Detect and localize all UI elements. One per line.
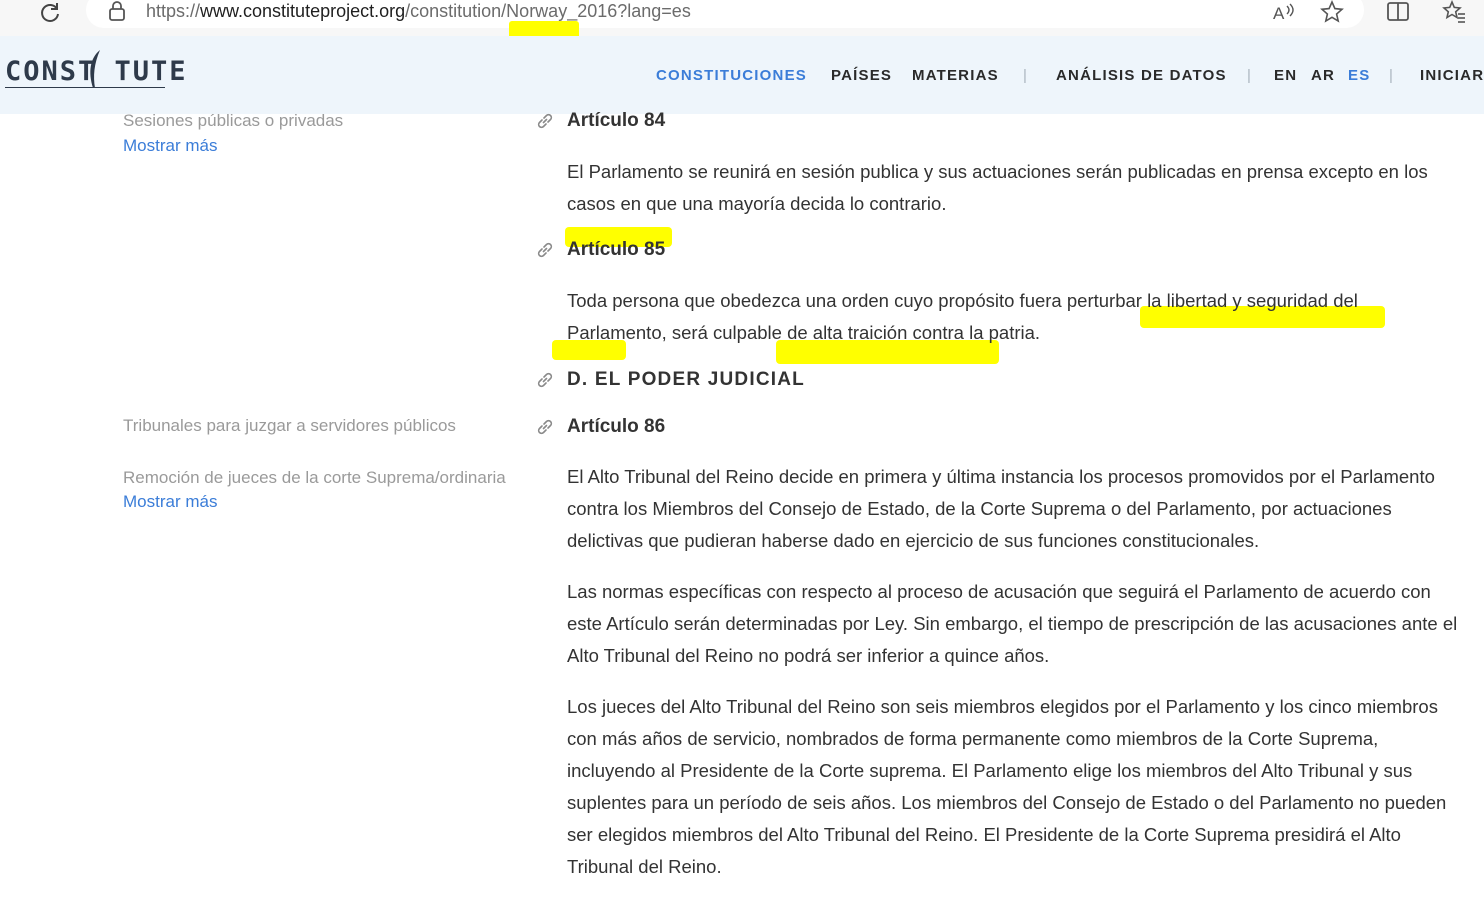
lock-icon[interactable] — [108, 1, 126, 21]
section-title: D. EL PODER JUDICIAL — [567, 369, 805, 390]
lang-es[interactable]: ES — [1348, 67, 1370, 85]
nav-separator: | — [1389, 67, 1393, 84]
lang-en[interactable]: EN — [1274, 67, 1297, 85]
nav-analisis-de-datos[interactable]: ANÁLISIS DE DATOS — [1056, 67, 1227, 85]
article-86-paragraph: Los jueces del Alto Tribunal del Reino s… — [567, 696, 1447, 877]
article-86-paragraph: Las normas específicas con respecto al p… — [567, 581, 1458, 666]
site-header: CONST TUTE CONSTITUCIONES PAÍSES MATERIA… — [0, 36, 1484, 114]
topic-label: Sesiones públicas o privadas — [123, 111, 344, 130]
split-screen-icon[interactable] — [1386, 0, 1410, 24]
article-84-title: Artículo 84 — [567, 110, 666, 131]
link-icon[interactable] — [536, 112, 554, 130]
favorites-icon[interactable] — [1442, 0, 1466, 24]
link-icon[interactable] — [536, 418, 554, 436]
nav-materias[interactable]: MATERIAS — [912, 67, 999, 85]
url-text[interactable]: https://www.constituteproject.org/consti… — [146, 0, 691, 22]
nav-paises[interactable]: PAÍSES — [831, 67, 892, 85]
article-86-paragraph: El Alto Tribunal del Reino decide en pri… — [567, 466, 1435, 551]
nav-separator: | — [1023, 67, 1027, 84]
link-icon[interactable] — [536, 241, 554, 259]
browser-toolbar: https://www.constituteproject.org/consti… — [0, 0, 1484, 40]
nav-separator: | — [1247, 67, 1251, 84]
logo-underline — [5, 87, 165, 88]
favorite-star-icon[interactable] — [1320, 0, 1344, 24]
read-aloud-icon[interactable]: A — [1272, 0, 1296, 24]
nav-constituciones[interactable]: CONSTITUCIONES — [656, 67, 807, 85]
nav-iniciar[interactable]: INICIAR — [1420, 67, 1484, 85]
quill-icon — [90, 50, 100, 88]
article-85-text: Toda persona que obedezca una orden cuyo… — [567, 290, 1358, 343]
show-more-link[interactable]: Mostrar más — [123, 135, 217, 157]
lang-ar[interactable]: AR — [1311, 67, 1335, 85]
reload-icon[interactable] — [38, 0, 62, 24]
article-86-title: Artículo 86 — [567, 416, 666, 437]
link-icon[interactable] — [536, 371, 554, 389]
topic-label: Tribunales para juzgar a servidores públ… — [123, 416, 456, 435]
show-more-link[interactable]: Mostrar más — [123, 491, 217, 513]
svg-text:A: A — [1273, 4, 1285, 23]
article-85-title: Artículo 85 — [567, 239, 666, 260]
article-84-text: El Parlamento se reunirá en sesión publi… — [567, 161, 1428, 214]
topic-label: Remoción de jueces de la corte Suprema/o… — [123, 468, 506, 487]
